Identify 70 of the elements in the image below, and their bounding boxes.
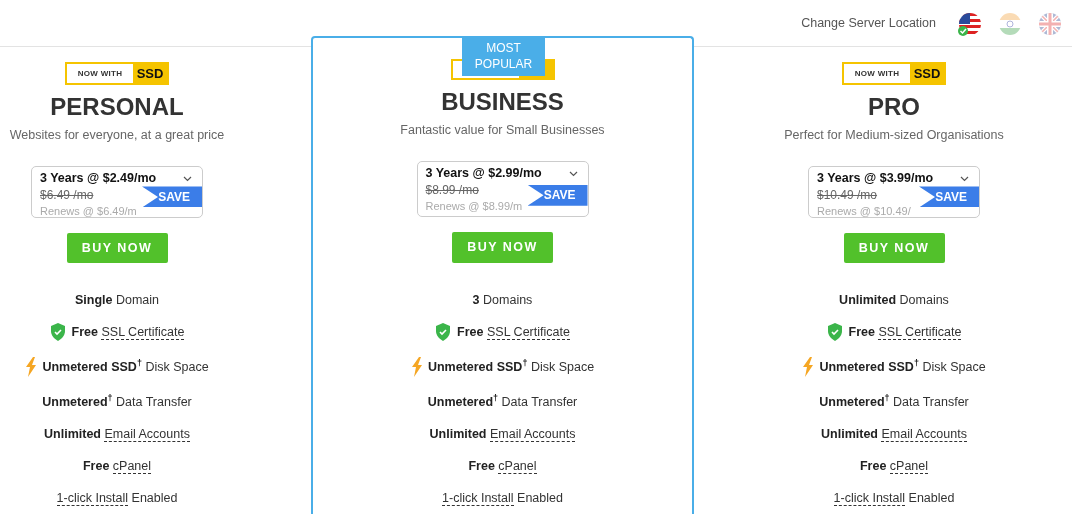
feature-text: Unlimited Email Accounts	[44, 425, 190, 444]
plan-description: Websites for everyone, at a great price	[9, 127, 225, 144]
tooltip-term[interactable]: 1-click Install	[442, 490, 514, 506]
tooltip-term[interactable]: Email Accounts	[104, 426, 190, 442]
term-select[interactable]: 3 Years @ $3.99/mo $10.49 /mo Renews @ $10.49/ SAVE	[808, 165, 980, 219]
tooltip-term[interactable]: Email Accounts	[881, 426, 967, 442]
feature-text: Free cPanel	[859, 457, 929, 476]
tooltip-term[interactable]: 1-click Install	[56, 490, 129, 506]
feature-text: Unmetered$^{†}$ Data Transfer	[819, 392, 969, 411]
uk-flag-icon[interactable]	[1038, 11, 1062, 35]
tooltip-term[interactable]: cPanel	[498, 458, 537, 474]
feature-text: 1-click Install Enabled	[833, 489, 955, 508]
feature-text: Unlimited Email Accounts	[821, 425, 967, 444]
term-select[interactable]: 3 Years @ $2.49/mo $6.49 /mo Renews @ $6.49/m SAVE	[31, 165, 203, 219]
term-option: 3 Years @ $3.99/mo	[817, 168, 934, 187]
lightning-bolt-icon	[410, 357, 422, 377]
india-flag-icon[interactable]	[998, 11, 1022, 35]
tooltip-term[interactable]: SSL Certificate	[487, 324, 570, 340]
feature-text: Free SSL Certificate	[457, 323, 570, 342]
chevron-down-icon	[183, 175, 192, 182]
term-option: 3 Years @ $2.99/mo	[425, 164, 542, 183]
feature-text: Unmetered SSD$^{†}$ Disk Space	[819, 357, 986, 376]
shield-check-icon	[49, 323, 66, 341]
tooltip-term[interactable]: SSL Certificate	[878, 324, 962, 340]
tooltip-term[interactable]: cPanel	[889, 458, 929, 474]
plan-description: Fantastic value for Small Businesses	[400, 122, 605, 140]
lightning-bolt-icon	[25, 357, 37, 377]
plan-title: BUSINESS	[441, 87, 564, 118]
tooltip-term[interactable]: 1-click Install	[833, 490, 906, 506]
feature-text: Single Domain	[74, 291, 160, 309]
us-flag-icon[interactable]	[958, 11, 982, 35]
old-price: $6.49 /mo	[40, 186, 94, 203]
feature-text: Unmetered$^{†}$ Data Transfer	[427, 392, 578, 411]
old-price: $8.99 /mo	[425, 182, 479, 199]
shield-check-icon	[826, 323, 843, 341]
old-price: $10.49 /mo	[817, 186, 878, 203]
shield-check-icon	[435, 323, 452, 341]
save-ribbon: SAVE	[142, 186, 202, 208]
feature-text: Unlimited Email Accounts	[429, 425, 576, 444]
renewal-price: Renews @ $10.49/	[817, 203, 911, 218]
term-select[interactable]: 3 Years @ $2.99/mo $8.99 /mo Renews @ $8.99/m SAVE	[416, 161, 589, 217]
plan-title: PERSONAL	[50, 92, 184, 122]
plan-description: Perfect for Medium-sized Organisations	[784, 127, 1004, 144]
renewal-price: Renews @ $6.49/m	[40, 203, 137, 218]
feature-text: Free cPanel	[468, 457, 537, 476]
chevron-down-icon	[568, 171, 578, 178]
feature-text: Free cPanel	[82, 457, 152, 476]
badge-tag: SSD	[910, 64, 944, 83]
header-label: Change Server Location	[801, 14, 936, 32]
feature-text: 1-click Install Enabled	[56, 489, 178, 508]
tooltip-term[interactable]: SSL Certificate	[101, 324, 185, 340]
feature-text: Free SSL Certificate	[71, 323, 185, 342]
tooltip-term[interactable]: Email Accounts	[490, 426, 576, 442]
most-popular-ribbon: MOST POPULAR	[462, 38, 545, 76]
plan-title: PRO	[868, 92, 920, 122]
save-ribbon: SAVE	[919, 186, 979, 208]
feature-text: Free SSL Certificate	[848, 323, 962, 342]
save-ribbon: SAVE	[527, 184, 588, 206]
feature-text: Unmetered SSD$^{†}$ Disk Space	[427, 357, 595, 376]
tooltip-term[interactable]: cPanel	[112, 458, 152, 474]
lightning-bolt-icon	[802, 357, 814, 377]
chevron-down-icon	[960, 175, 969, 182]
renewal-price: Renews @ $8.99/m	[425, 199, 523, 215]
feature-text: Unlimited Domains	[839, 291, 949, 309]
feature-text: 3 Domains	[472, 291, 533, 309]
feature-text: Unmetered SSD$^{†}$ Disk Space	[42, 357, 209, 376]
feature-text: Unmetered$^{†}$ Data Transfer	[42, 392, 192, 411]
badge-tag: SSD	[133, 64, 167, 83]
feature-text: 1-click Install Enabled	[442, 489, 563, 508]
term-option: 3 Years @ $2.49/mo	[40, 168, 157, 187]
